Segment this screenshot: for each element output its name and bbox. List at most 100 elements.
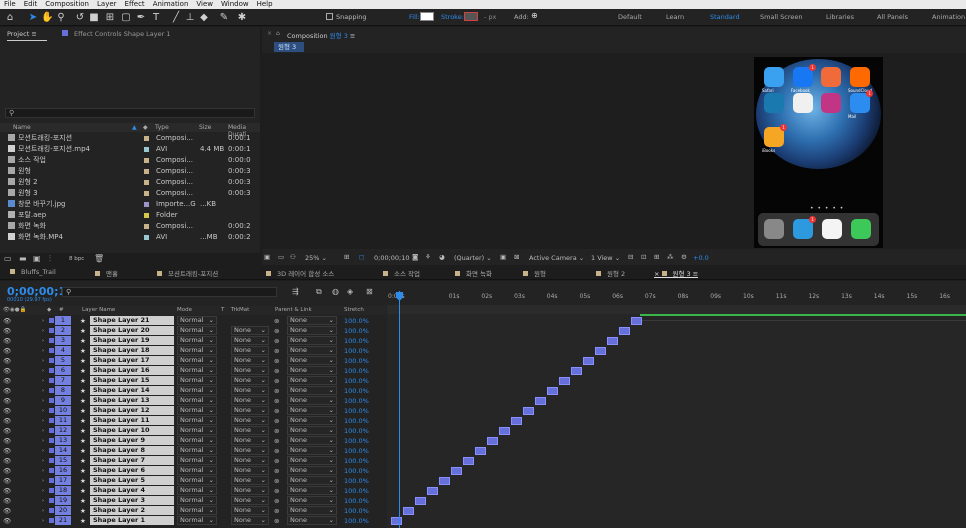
stroke-width[interactable]: - px <box>484 13 496 21</box>
layer-row[interactable]: 👁 › 19 ★ Shape Layer 3 Normal ⌄ None ⌄ ⊚ None ⌄ 100.… <box>0 496 386 506</box>
render-time-icon[interactable]: ⊠ <box>366 287 373 296</box>
layer-row[interactable]: 👁 › 3 ★ Shape Layer 19 Normal ⌄ None ⌄ ⊚ None ⌄ 100.… <box>0 336 386 346</box>
timeline-tab[interactable]: × 원형 3 ≡ <box>654 268 699 278</box>
trkmat-select[interactable]: None ⌄ <box>231 406 269 415</box>
project-item[interactable]: 창문 바꾸기.jpg Importe...G ...KB <box>8 199 258 210</box>
trkmat-select[interactable]: None ⌄ <box>231 496 269 505</box>
mode-select[interactable]: Normal ⌄ <box>177 486 217 495</box>
label-swatch[interactable] <box>144 202 149 207</box>
layer-name[interactable]: Shape Layer 21 <box>90 316 174 325</box>
visibility-eye-icon[interactable]: 👁 <box>3 316 11 326</box>
trash-icon[interactable]: 🗑 <box>94 254 104 263</box>
layer-label-swatch[interactable] <box>49 508 54 513</box>
mode-select[interactable]: Normal ⌄ <box>177 316 217 325</box>
mode-select[interactable]: Normal ⌄ <box>177 436 217 445</box>
header-layer-name[interactable]: Layer Name <box>82 306 115 315</box>
layer-label-swatch[interactable] <box>49 378 54 383</box>
layer-name[interactable]: Shape Layer 10 <box>90 426 174 435</box>
layer-label-swatch[interactable] <box>49 358 54 363</box>
layer-label-swatch[interactable] <box>49 318 54 323</box>
layer-duration-bar[interactable] <box>391 517 402 525</box>
vr-icon[interactable]: ▭ <box>278 253 284 261</box>
zoom-tool-icon[interactable]: ⚲ <box>55 11 67 24</box>
layer-duration-bar[interactable] <box>463 457 474 465</box>
layer-duration-bar[interactable] <box>631 317 642 325</box>
visibility-eye-icon[interactable]: 👁 <box>3 386 11 396</box>
label-icon[interactable]: ◆ <box>143 124 148 131</box>
layer-label-swatch[interactable] <box>49 428 54 433</box>
always-preview-icon[interactable]: ▣ <box>264 253 270 261</box>
grid-icon[interactable]: ⊞ <box>344 253 349 261</box>
visibility-eye-icon[interactable]: 👁 <box>3 346 11 356</box>
menu-composition[interactable]: Composition <box>41 0 93 9</box>
mode-select[interactable]: Normal ⌄ <box>177 506 217 515</box>
trkmat-select[interactable]: None ⌄ <box>231 326 269 335</box>
trkmat-select[interactable]: None ⌄ <box>231 356 269 365</box>
mode-select[interactable]: Normal ⌄ <box>177 456 217 465</box>
layer-duration-bar[interactable] <box>619 327 630 335</box>
pickwhip-icon[interactable]: ⊚ <box>274 476 279 486</box>
timeline-icon[interactable]: ⊞ <box>654 253 659 261</box>
effect-controls-tab[interactable]: Effect Controls Shape Layer 1 <box>74 30 170 38</box>
stretch-value[interactable]: 100.0% <box>344 516 369 526</box>
stretch-value[interactable]: 100.0% <box>344 456 369 466</box>
layer-label-swatch[interactable] <box>49 498 54 503</box>
parent-select[interactable]: None ⌄ <box>287 326 337 335</box>
stretch-value[interactable]: 100.0% <box>344 466 369 476</box>
stretch-value[interactable]: 100.0% <box>344 506 369 516</box>
timeline-tab[interactable]: 모션트래킹-포지션 <box>157 268 218 278</box>
layer-duration-bar[interactable] <box>595 347 606 355</box>
label-swatch[interactable] <box>144 213 149 218</box>
workspace-learn[interactable]: Learn <box>666 13 684 21</box>
roi-icon[interactable]: ▣ <box>500 253 506 261</box>
label-swatch[interactable] <box>144 235 149 240</box>
menu-help[interactable]: Help <box>253 0 277 9</box>
project-item[interactable]: 모션트래킹-포지션 Composi... 0:00:1 <box>8 133 258 144</box>
layer-duration-bar[interactable] <box>523 407 534 415</box>
header-trkmat[interactable]: TrkMat <box>231 306 249 315</box>
expand-chevron-icon[interactable]: › <box>42 446 44 456</box>
layer-name[interactable]: Shape Layer 14 <box>90 386 174 395</box>
project-item[interactable]: 원형 2 Composi... 0:00:3 <box>8 177 258 188</box>
mode-select[interactable]: Normal ⌄ <box>177 446 217 455</box>
layer-label-swatch[interactable] <box>49 468 54 473</box>
pickwhip-icon[interactable]: ⊚ <box>274 406 279 416</box>
layer-row[interactable]: 👁 › 18 ★ Shape Layer 4 Normal ⌄ None ⌄ ⊚ None ⌄ 100.… <box>0 486 386 496</box>
expand-chevron-icon[interactable]: › <box>42 346 44 356</box>
pickwhip-icon[interactable]: ⊚ <box>274 486 279 496</box>
pickwhip-icon[interactable]: ⊚ <box>274 346 279 356</box>
expand-chevron-icon[interactable]: › <box>42 416 44 426</box>
sort-icon[interactable]: ▲ <box>132 124 137 131</box>
pickwhip-icon[interactable]: ⊚ <box>274 516 279 526</box>
type-tool-icon[interactable]: T <box>150 11 162 24</box>
view-layout-select[interactable]: 1 View ⌄ <box>591 254 620 262</box>
menu-effect[interactable]: Effect <box>121 0 149 9</box>
close-icon[interactable]: × <box>267 30 272 37</box>
visibility-eye-icon[interactable]: 👁 <box>3 356 11 366</box>
stretch-value[interactable]: 100.0% <box>344 406 369 416</box>
stroke-swatch[interactable] <box>464 12 478 21</box>
toggle-pixel-icon[interactable]: ⊟ <box>628 253 633 261</box>
comp-subtab[interactable]: 원형 3 <box>274 42 304 52</box>
snapshot-icon[interactable]: ◙ <box>412 253 418 261</box>
timeline-tab[interactable]: 화면 녹화 <box>455 268 492 278</box>
stretch-value[interactable]: 100.0% <box>344 396 369 406</box>
label-swatch[interactable] <box>144 191 149 196</box>
hand-tool-icon[interactable]: ✋ <box>41 11 53 24</box>
layer-duration-bar[interactable] <box>547 387 558 395</box>
parent-select[interactable]: None ⌄ <box>287 476 337 485</box>
header-name[interactable]: Name <box>13 124 31 131</box>
layer-row[interactable]: 👁 › 5 ★ Shape Layer 17 Normal ⌄ None ⌄ ⊚ None ⌄ 100.… <box>0 356 386 366</box>
visibility-eye-icon[interactable]: 👁 <box>3 516 11 526</box>
composition-tab[interactable]: Composition 원형 3 ≡ <box>287 30 355 40</box>
trkmat-select[interactable]: None ⌄ <box>231 456 269 465</box>
layer-row[interactable]: 👁 › 8 ★ Shape Layer 14 Normal ⌄ None ⌄ ⊚ None ⌄ 100.… <box>0 386 386 396</box>
flowchart-icon[interactable]: ⫶ <box>49 254 51 264</box>
parent-select[interactable]: None ⌄ <box>287 426 337 435</box>
stretch-value[interactable]: 100.0% <box>344 336 369 346</box>
flowchart-view-icon[interactable]: ⁂ <box>667 253 674 261</box>
snapping-checkbox[interactable] <box>326 13 333 20</box>
clone-stamp-tool-icon[interactable]: ⊥ <box>184 11 196 24</box>
expand-chevron-icon[interactable]: › <box>42 436 44 446</box>
expand-chevron-icon[interactable]: › <box>42 516 44 526</box>
